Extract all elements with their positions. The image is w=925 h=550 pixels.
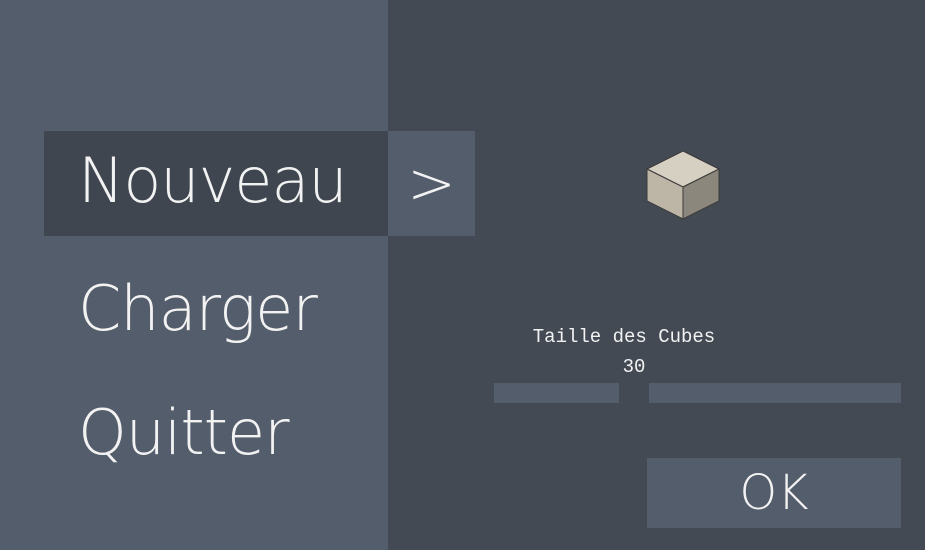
- cube-size-value: 30: [622, 356, 646, 378]
- cube-icon: [645, 149, 721, 221]
- ok-button[interactable]: OK: [647, 458, 901, 528]
- cube-size-slider[interactable]: [494, 383, 901, 403]
- slider-handle[interactable]: [619, 383, 649, 403]
- menu-item-charger[interactable]: Charger: [78, 278, 318, 340]
- app-window: Nouveau Charger Quitter > Taille des Cub…: [0, 0, 925, 550]
- cube-size-label: Taille des Cubes: [532, 326, 716, 348]
- slider-track-right: [649, 383, 901, 403]
- expand-arrow-button[interactable]: >: [388, 131, 475, 236]
- menu-item-nouveau[interactable]: Nouveau: [78, 150, 348, 212]
- slider-track-left: [494, 383, 619, 403]
- menu-item-quitter[interactable]: Quitter: [78, 402, 290, 464]
